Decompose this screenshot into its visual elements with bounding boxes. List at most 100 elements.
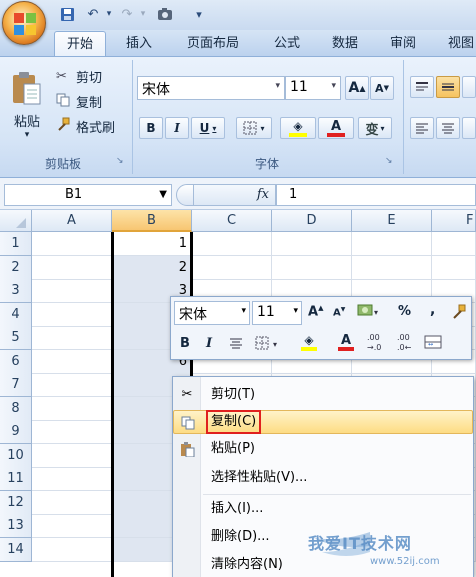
percent-button[interactable]: % (398, 304, 411, 319)
customize-toolbar-icon[interactable]: ▾ (190, 5, 208, 23)
row-header[interactable]: 9 (0, 420, 32, 444)
cell[interactable] (192, 232, 272, 256)
cell[interactable] (32, 420, 112, 444)
row-header[interactable]: 7 (0, 373, 32, 397)
mini-font-name-input[interactable]: 宋体 ▾ (174, 301, 250, 325)
italic-button[interactable]: I (165, 117, 189, 139)
cell[interactable] (272, 232, 352, 256)
mini-italic-button[interactable]: I (206, 336, 212, 351)
splitter-handle[interactable] (176, 184, 194, 206)
font-size-input[interactable]: 11 ▾ (285, 76, 341, 100)
column-header-f[interactable]: F (432, 210, 476, 232)
column-header-e[interactable]: E (352, 210, 432, 232)
copy-button[interactable]: 复制 (56, 91, 136, 111)
merge-center-button[interactable]: ↔ (424, 335, 442, 352)
cell[interactable] (32, 444, 112, 468)
dialog-launcher-icon[interactable]: ↘ (116, 156, 124, 166)
cell[interactable] (32, 326, 112, 350)
row-header[interactable]: 14 (0, 538, 32, 562)
column-header-c[interactable]: C (192, 210, 272, 232)
align-center-button[interactable] (436, 117, 460, 139)
cell[interactable] (32, 373, 112, 397)
align-left-button[interactable] (410, 117, 434, 139)
column-header-d[interactable]: D (272, 210, 352, 232)
underline-button[interactable]: U ▾ (191, 117, 225, 139)
cell[interactable] (352, 232, 432, 256)
bold-button[interactable]: B (139, 117, 163, 139)
row-header[interactable]: 4 (0, 303, 32, 327)
row-header[interactable]: 10 (0, 444, 32, 468)
row-header[interactable]: 2 (0, 256, 32, 280)
row-header[interactable]: 12 (0, 491, 32, 515)
tab-formulas[interactable]: 公式 (264, 31, 310, 56)
tab-home[interactable]: 开始 (54, 31, 106, 56)
cell[interactable] (32, 538, 112, 562)
phonetic-button[interactable]: 变 ▾ (358, 117, 392, 139)
align-top-button[interactable] (410, 76, 434, 98)
cell[interactable] (32, 232, 112, 256)
cell[interactable] (32, 279, 112, 303)
menu-item-insert[interactable]: 插入(I)... (173, 497, 473, 521)
align-bottom-button[interactable] (462, 76, 476, 98)
row-header[interactable]: 11 (0, 467, 32, 491)
cell[interactable] (352, 256, 432, 280)
cell[interactable] (32, 491, 112, 515)
tab-insert[interactable]: 插入 (116, 31, 162, 56)
mini-bold-button[interactable]: B (180, 336, 190, 351)
cell[interactable] (32, 467, 112, 491)
cut-button[interactable]: ✂ 剪切 (56, 66, 136, 86)
insert-function-button[interactable]: fx (194, 184, 276, 206)
font-color-button[interactable]: A (318, 117, 354, 139)
paste-button[interactable]: 粘贴 ▾ (4, 62, 50, 148)
column-header-b[interactable]: B (112, 210, 192, 232)
align-middle-button[interactable] (436, 76, 460, 98)
row-header[interactable]: 8 (0, 397, 32, 421)
decrease-decimal-button[interactable]: .00.0← (397, 333, 411, 353)
comma-button[interactable]: , (430, 302, 435, 318)
row-header[interactable]: 1 (0, 232, 32, 256)
accounting-format-button[interactable]: ▾ (357, 303, 381, 322)
menu-item-paste-special[interactable]: 选择性粘贴(V)... (173, 466, 473, 490)
row-header[interactable]: 5 (0, 326, 32, 350)
camera-icon[interactable] (156, 5, 174, 23)
cell[interactable] (432, 232, 476, 256)
mini-center-button[interactable] (229, 337, 243, 352)
tab-view[interactable]: 视图 (438, 31, 476, 56)
font-name-input[interactable]: 宋体 ▾ (137, 76, 285, 100)
tab-data[interactable]: 数据 (322, 31, 368, 56)
chevron-down-icon[interactable]: ▾ (134, 5, 152, 23)
tab-page-layout[interactable]: 页面布局 (174, 31, 252, 56)
menu-item-copy[interactable]: 复制(C) (173, 410, 473, 434)
cell[interactable] (32, 303, 112, 327)
fill-color-button[interactable]: ◈ (280, 117, 316, 139)
cell[interactable] (272, 256, 352, 280)
cell[interactable] (192, 256, 272, 280)
cell[interactable] (432, 256, 476, 280)
select-all-button[interactable] (0, 210, 32, 232)
chevron-down-icon[interactable]: ▾ (100, 5, 118, 23)
increase-decimal-button[interactable]: .00 →.0 (367, 333, 381, 353)
tab-review[interactable]: 审阅 (380, 31, 426, 56)
menu-item-paste[interactable]: 粘贴(P) (173, 437, 473, 461)
menu-item-cut[interactable]: ✂ 剪切(T) (173, 383, 473, 407)
mini-format-painter-button[interactable] (451, 304, 467, 323)
mini-font-color-button[interactable]: A (331, 334, 361, 356)
row-header[interactable]: 6 (0, 350, 32, 374)
align-right-button[interactable] (462, 117, 476, 139)
cell[interactable] (32, 514, 112, 538)
mini-border-button[interactable]: ▾ (255, 336, 283, 353)
border-button[interactable]: ▾ (236, 117, 272, 139)
format-painter-button[interactable]: 格式刷 (56, 116, 136, 136)
row-header[interactable]: 3 (0, 279, 32, 303)
formula-input[interactable]: 1 (276, 184, 476, 206)
mini-grow-font-button[interactable]: A▲ (308, 304, 323, 319)
name-box[interactable]: B1 ▼ (4, 184, 172, 206)
mini-font-size-input[interactable]: 11 ▾ (252, 301, 302, 325)
mini-shrink-font-button[interactable]: A▼ (333, 306, 345, 318)
cell-b[interactable]: 1 (112, 232, 192, 256)
cell[interactable] (32, 256, 112, 280)
cell-b[interactable]: 2 (112, 256, 192, 280)
row-header[interactable]: 13 (0, 514, 32, 538)
column-header-a[interactable]: A (32, 210, 112, 232)
cell[interactable] (32, 350, 112, 374)
